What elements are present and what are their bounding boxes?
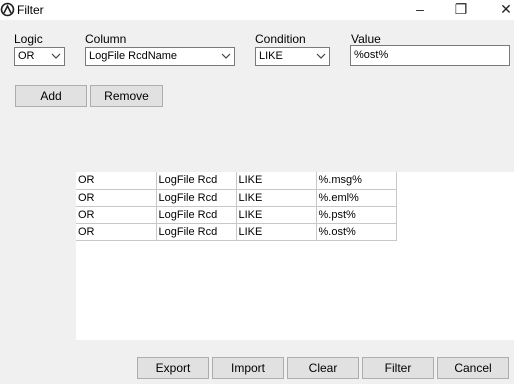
table-row[interactable]: OR LogFile Rcd LIKE %.eml% [76, 189, 397, 207]
column-select-value: LogFile RcdName [89, 50, 178, 62]
row-value-cell: %.pst% [316, 206, 397, 224]
row-logic-cell: OR [76, 206, 157, 224]
row-condition-cell: LIKE [236, 172, 317, 190]
logic-select[interactable]: OR [14, 47, 65, 66]
value-input[interactable]: %ost% [350, 45, 510, 66]
row-column-cell: LogFile Rcd [156, 206, 237, 224]
add-button[interactable]: Add [15, 85, 87, 107]
row-condition-cell: LIKE [236, 189, 317, 207]
logic-label: Logic [14, 32, 43, 46]
app-logo-icon [0, 2, 15, 17]
table-row[interactable]: OR LogFile Rcd LIKE %.ost% [76, 223, 397, 241]
export-button[interactable]: Export [137, 357, 209, 379]
condition-label: Condition [255, 32, 306, 46]
row-column-cell: LogFile Rcd [156, 189, 237, 207]
row-logic-cell: OR [76, 223, 157, 241]
import-button[interactable]: Import [212, 357, 284, 379]
chevron-down-icon [221, 53, 231, 59]
logic-select-value: OR [18, 50, 35, 62]
remove-button[interactable]: Remove [90, 85, 163, 107]
row-logic-cell: OR [76, 189, 157, 207]
filter-grid[interactable]: OR LogFile Rcd LIKE %.msg% OR LogFile Rcd LIKE… [76, 172, 514, 340]
row-column-cell: LogFile Rcd [156, 223, 237, 241]
chevron-down-icon [51, 53, 61, 59]
table-row[interactable]: OR LogFile Rcd LIKE %.msg% [76, 172, 397, 190]
value-label: Value [351, 32, 381, 46]
row-value-cell: %.ost% [316, 223, 397, 241]
row-condition-cell: LIKE [236, 206, 317, 224]
condition-select-value: LIKE [259, 50, 283, 62]
filter-table: OR LogFile Rcd LIKE %.msg% OR LogFile Rcd LIKE… [76, 172, 397, 241]
filter-button[interactable]: Filter [362, 357, 434, 379]
condition-select[interactable]: LIKE [255, 47, 330, 66]
row-condition-cell: LIKE [236, 223, 317, 241]
cancel-button[interactable]: Cancel [437, 357, 509, 379]
restore-icon[interactable]: ❐ [449, 0, 473, 18]
table-row[interactable]: OR LogFile Rcd LIKE %.pst% [76, 206, 397, 224]
minimize-icon[interactable]: – [408, 0, 432, 18]
window-title: Filter [17, 3, 44, 17]
clear-button[interactable]: Clear [287, 357, 359, 379]
close-icon[interactable]: ✕ [494, 0, 514, 18]
title-bar: Filter – ❐ ✕ [0, 0, 514, 20]
row-value-cell: %.msg% [316, 172, 397, 190]
row-value-cell: %.eml% [316, 189, 397, 207]
row-column-cell: LogFile Rcd [156, 172, 237, 190]
row-logic-cell: OR [76, 172, 157, 190]
column-select[interactable]: LogFile RcdName [85, 47, 235, 66]
chevron-down-icon [316, 53, 326, 59]
column-label: Column [85, 32, 127, 46]
